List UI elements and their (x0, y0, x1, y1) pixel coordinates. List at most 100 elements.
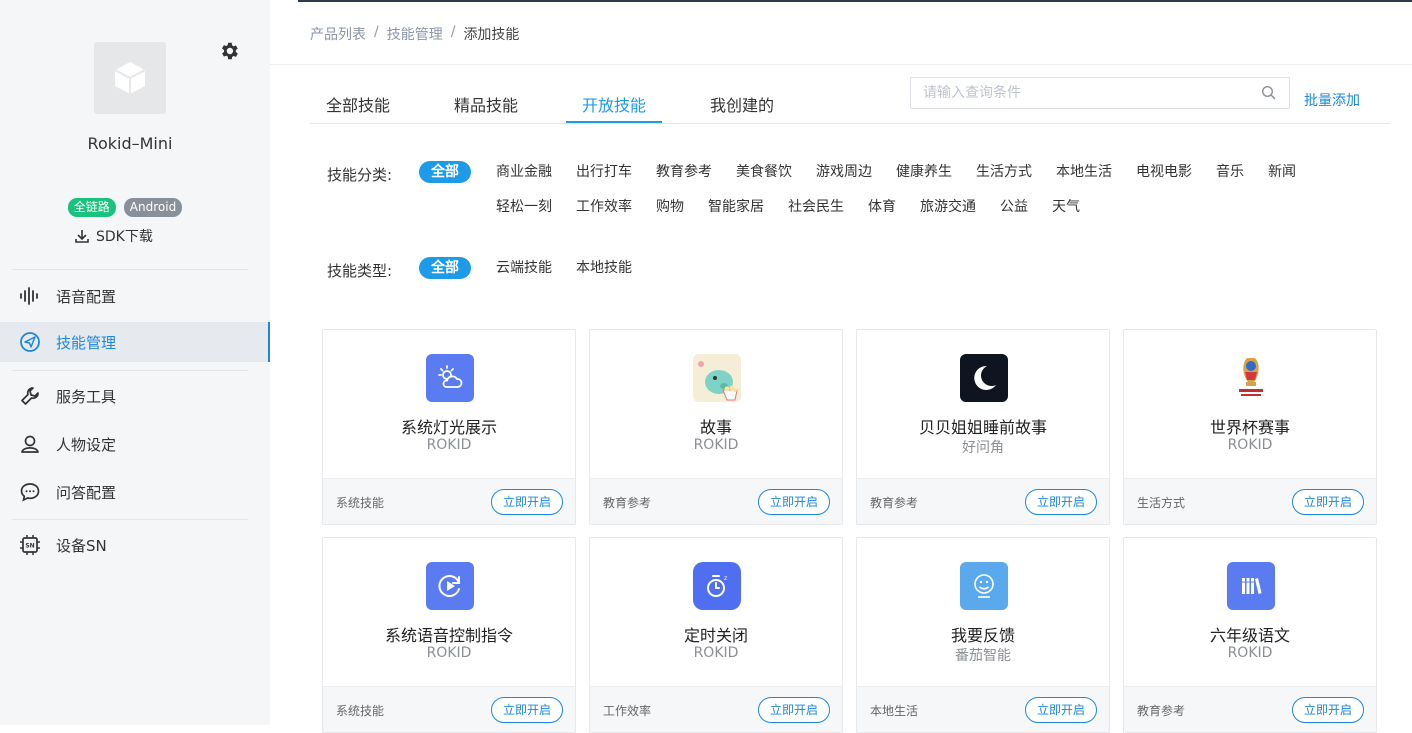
batch-add-button[interactable]: 批量添加 (1304, 90, 1360, 110)
sidebar-item-persona[interactable]: 人物设定 (0, 424, 270, 464)
type-chip-cloud[interactable]: 云端技能 (496, 257, 552, 279)
skill-category: 生活方式 (1137, 496, 1186, 510)
category-chip[interactable]: 游戏周边 (816, 161, 872, 183)
download-icon (75, 230, 89, 243)
chip-sn-icon: SN (18, 533, 42, 557)
world-cup-2018-icon (1227, 354, 1275, 402)
category-chip[interactable]: 生活方式 (976, 161, 1032, 183)
type-chip-all[interactable]: 全部 (419, 257, 471, 279)
type-chip-local[interactable]: 本地技能 (576, 257, 632, 279)
sidebar-item-voice-config[interactable]: 语音配置 (0, 276, 270, 316)
category-chip[interactable]: 体育 (868, 196, 896, 218)
enable-skill-button[interactable]: 立即开启 (491, 489, 563, 515)
skill-developer: 番茄智能 (955, 648, 1011, 664)
skill-category: 工作效率 (603, 704, 652, 718)
search-icon[interactable] (1261, 85, 1277, 101)
enable-skill-button[interactable]: 立即开启 (491, 697, 563, 723)
category-chip[interactable]: 教育参考 (656, 161, 712, 183)
skill-card[interactable]: 系统语音控制指令 ROKID 系统技能 立即开启 (322, 537, 576, 733)
tab-open-skills[interactable]: 开放技能 (582, 92, 646, 116)
category-chip[interactable]: 商业金融 (496, 161, 552, 183)
category-chip[interactable]: 本地生活 (1056, 161, 1112, 183)
skill-card[interactable]: 世界杯赛事 ROKID 生活方式 立即开启 (1123, 329, 1377, 525)
category-chip[interactable]: 美食餐饮 (736, 161, 792, 183)
enable-skill-button[interactable]: 立即开启 (758, 489, 830, 515)
skill-card-footer: 教育参考 立即开启 (1124, 686, 1376, 732)
skill-card[interactable]: 贝贝姐姐睡前故事 好问角 教育参考 立即开启 (856, 329, 1110, 525)
sidebar-divider (12, 269, 248, 270)
sidebar-item-service-tools[interactable]: 服务工具 (0, 376, 270, 416)
skill-name: 世界杯赛事 (1209, 418, 1290, 437)
sdk-download-link[interactable]: SDK下载 (74, 226, 153, 246)
tab-my-created[interactable]: 我创建的 (710, 92, 774, 116)
moon-stars-icon (960, 354, 1008, 402)
sidebar-item-device-sn[interactable]: SN 设备SN (0, 525, 270, 565)
badge-android: Android (123, 198, 183, 217)
sidebar-item-skill-management[interactable]: 技能管理 (0, 322, 270, 362)
skill-card[interactable]: 六年级语文 ROKID 教育参考 立即开启 (1123, 537, 1377, 733)
category-chip[interactable]: 电视电影 (1136, 161, 1192, 183)
search-input[interactable] (911, 78, 1241, 108)
breadcrumb-separator: / (450, 24, 456, 40)
enable-skill-button[interactable]: 立即开启 (1292, 489, 1364, 515)
weather-sun-cloud-icon (426, 354, 474, 402)
timer-icon: z (693, 562, 741, 610)
category-chip[interactable]: 新闻 (1268, 161, 1296, 183)
svg-text:z: z (724, 575, 727, 582)
skill-card[interactable]: 系统灯光展示 ROKID 系统技能 立即开启 (322, 329, 576, 525)
skill-name: 我要反馈 (950, 626, 1015, 645)
category-chip[interactable]: 旅游交通 (920, 196, 976, 218)
svg-text:SN: SN (25, 543, 34, 550)
enable-skill-button[interactable]: 立即开启 (1025, 697, 1097, 723)
sidebar-divider (12, 370, 248, 371)
skill-card[interactable]: z 定时关闭 ROKID 工作效率 立即开启 (589, 537, 843, 733)
category-chip[interactable]: 社会民生 (788, 196, 844, 218)
sidebar-item-label: 服务工具 (56, 387, 117, 406)
enable-skill-button[interactable]: 立即开启 (758, 697, 830, 723)
category-chip[interactable]: 健康养生 (896, 161, 952, 183)
gear-icon[interactable] (218, 40, 240, 62)
skill-category: 教育参考 (603, 496, 652, 510)
skill-card[interactable]: 我要反馈 番茄智能 本地生活 立即开启 (856, 537, 1110, 733)
enable-skill-button[interactable]: 立即开启 (1292, 697, 1364, 723)
category-chip[interactable]: 公益 (1000, 196, 1028, 218)
skill-category: 教育参考 (1137, 704, 1186, 718)
sidebar-item-label: 人物设定 (56, 435, 117, 454)
breadcrumb-separator: / (374, 24, 379, 40)
sidebar-item-label: 技能管理 (56, 333, 117, 352)
skill-name: 贝贝姐姐睡前故事 (918, 418, 1047, 437)
skill-developer: ROKID (693, 645, 739, 661)
device-name: Rokid–Mini (87, 134, 173, 153)
send-circle-icon (18, 330, 42, 354)
skill-developer: ROKID (426, 437, 472, 453)
badge-full-link: 全链路 (67, 198, 116, 217)
category-chip[interactable]: 出行打车 (576, 161, 632, 183)
sdk-download-label: SDK下载 (96, 229, 153, 245)
sidebar-item-qa-config[interactable]: 问答配置 (0, 472, 270, 512)
tab-all-skills[interactable]: 全部技能 (326, 92, 390, 116)
skill-card-footer: 教育参考 立即开启 (590, 478, 842, 524)
breadcrumb-skill-management[interactable]: 技能管理 (387, 24, 443, 44)
category-chip[interactable]: 工作效率 (576, 196, 632, 218)
play-refresh-icon (426, 562, 474, 610)
category-chip[interactable]: 轻松一刻 (496, 196, 552, 218)
category-chip[interactable]: 购物 (656, 196, 684, 218)
sidebar-item-label: 语音配置 (56, 287, 117, 306)
skill-card[interactable]: 故事 ROKID 教育参考 立即开启 (589, 329, 843, 525)
skill-card-footer: 本地生活 立即开启 (857, 686, 1109, 732)
search-box (910, 77, 1290, 109)
sidebar-divider (12, 519, 248, 520)
skill-developer: ROKID (1227, 645, 1273, 661)
type-filter-label: 技能类型: (327, 262, 393, 280)
skill-developer: ROKID (1227, 437, 1273, 453)
breadcrumb-product-list[interactable]: 产品列表 (310, 24, 366, 44)
category-chip[interactable]: 天气 (1052, 196, 1080, 218)
enable-skill-button[interactable]: 立即开启 (1025, 489, 1097, 515)
skill-card-footer: 系统技能 立即开启 (323, 478, 575, 524)
tab-featured-skills[interactable]: 精品技能 (454, 92, 518, 116)
category-chip-all[interactable]: 全部 (419, 161, 471, 183)
category-chip[interactable]: 音乐 (1216, 161, 1244, 183)
category-filter-label: 技能分类: (327, 166, 393, 184)
category-chip[interactable]: 智能家居 (708, 196, 764, 218)
cube-icon (114, 62, 146, 94)
